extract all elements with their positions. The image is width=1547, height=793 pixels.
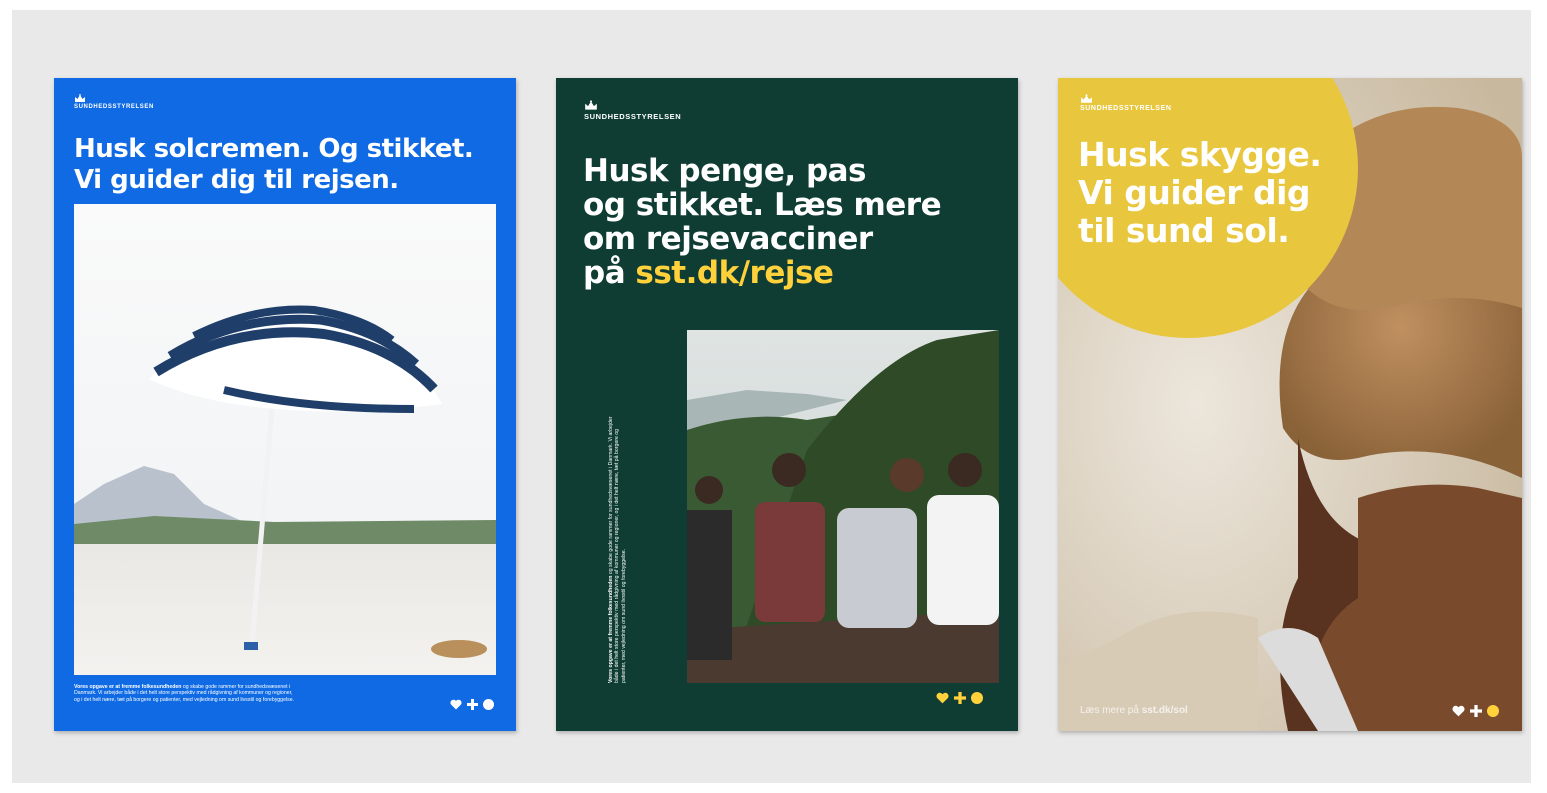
crown-icon xyxy=(75,94,85,102)
brand-logo: SUNDHEDSSTYRELSEN xyxy=(1080,94,1172,112)
footer-prefix: Læs mere på xyxy=(1080,705,1142,716)
poster-travel-vaccines: SUNDHEDSSTYRELSEN Husk penge, pas og sti… xyxy=(556,78,1018,731)
circle-icon xyxy=(971,692,983,704)
brand-name: SUNDHEDSSTYRELSEN xyxy=(74,104,154,110)
brand-name: SUNDHEDSSTYRELSEN xyxy=(1080,105,1172,112)
brand-symbols xyxy=(1452,705,1499,717)
headline-line: på xyxy=(583,255,636,291)
footer-url-link[interactable]: sst.dk/sol xyxy=(1142,705,1188,716)
friends-on-hill-photo xyxy=(687,330,999,683)
footer-mission-text: Vores opgave er at fremme folkesundheden… xyxy=(74,684,296,703)
poster-headline: Husk skygge. Vi guider dig til sund sol. xyxy=(1078,135,1322,250)
brand-symbols xyxy=(936,692,983,704)
headline-line: Husk skygge. xyxy=(1078,135,1322,174)
poster-headline: Husk penge, pas og stikket. Læs mere om … xyxy=(583,153,942,291)
vertical-footer: Vores opgave er at fremme folkesundheden… xyxy=(608,343,668,683)
brand-symbols xyxy=(450,699,494,710)
plus-icon xyxy=(954,692,966,704)
circle-icon xyxy=(483,699,494,710)
heart-icon xyxy=(936,692,949,704)
crown-icon xyxy=(1081,94,1092,103)
poster-shade: SUNDHEDSSTYRELSEN Husk skygge. Vi guider… xyxy=(1058,78,1522,731)
headline-line: om rejsevacciner xyxy=(583,221,873,257)
brand-logo: SUNDHEDSSTYRELSEN xyxy=(584,100,681,121)
footer-link-text: Læs mere på sst.dk/sol xyxy=(1080,705,1280,717)
headline-line: Vi guider dig til rejsen. xyxy=(74,165,399,195)
brand-logo: SUNDHEDSSTYRELSEN xyxy=(74,94,154,110)
plus-icon xyxy=(1470,705,1482,717)
circle-icon xyxy=(1487,705,1499,717)
crown-icon xyxy=(585,100,597,110)
heart-icon xyxy=(450,699,462,710)
heart-icon xyxy=(1452,705,1465,717)
plus-icon xyxy=(467,699,478,710)
poster-sunscreen: SUNDHEDSSTYRELSEN Husk solcremen. Og sti… xyxy=(54,78,516,731)
brand-name: SUNDHEDSSTYRELSEN xyxy=(584,112,682,121)
headline-url: sst.dk/rejse xyxy=(635,255,834,291)
beach-umbrella-photo xyxy=(74,204,496,675)
headline-line: og stikket. Læs mere xyxy=(583,187,942,223)
poster-showcase: SUNDHEDSSTYRELSEN Husk solcremen. Og sti… xyxy=(12,10,1531,783)
headline-line: Husk penge, pas xyxy=(583,153,867,189)
headline-line: Vi guider dig xyxy=(1078,173,1311,212)
headline-line: til sund sol. xyxy=(1078,211,1290,250)
footer-mission-text: Vores opgave er at fremme folkesundheden… xyxy=(608,413,627,683)
poster-headline: Husk solcremen. Og stikket. Vi guider di… xyxy=(74,134,474,196)
headline-line: Husk solcremen. Og stikket. xyxy=(74,134,474,164)
